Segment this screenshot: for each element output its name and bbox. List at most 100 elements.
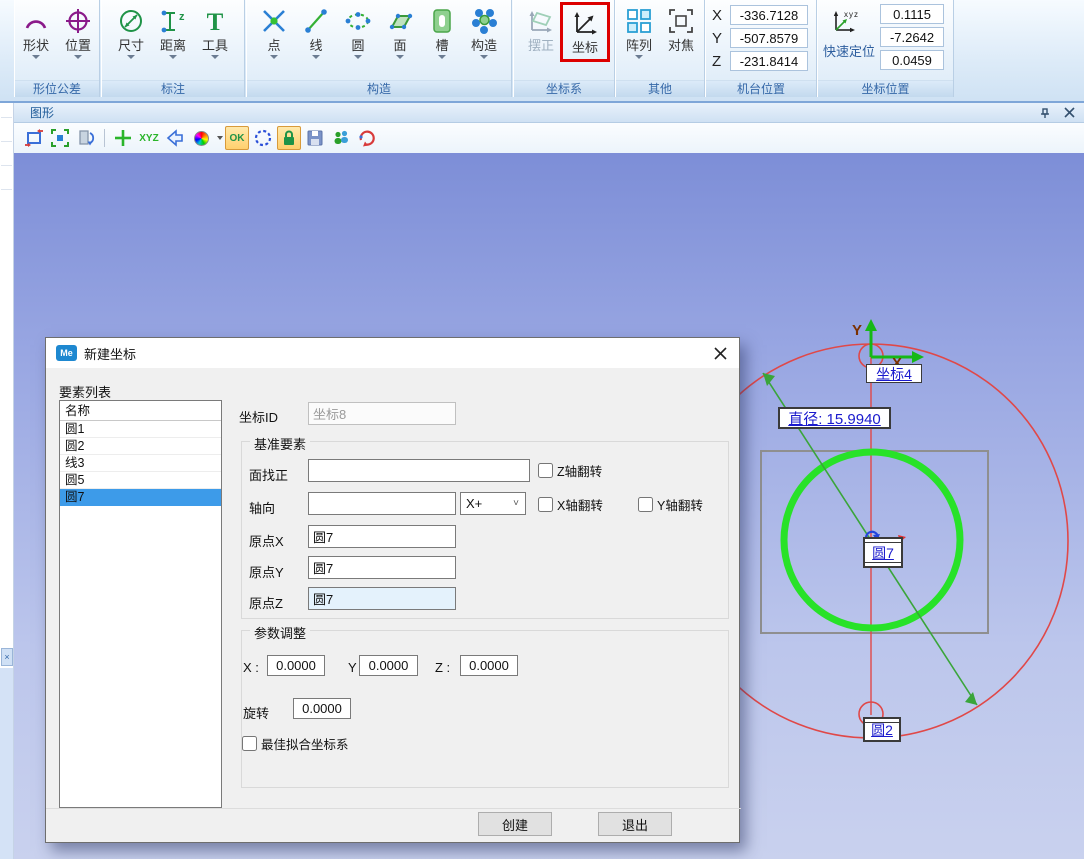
best-fit-checkbox[interactable]: 最佳拟合坐标系 bbox=[242, 734, 349, 753]
list-item[interactable]: 线3 bbox=[60, 455, 221, 472]
ribbon-group-coord-position: xyz 快速定位 坐标位置 bbox=[817, 0, 954, 97]
ribbon-group-other: 阵列 对焦 其他 bbox=[615, 0, 705, 97]
origin-y-input[interactable] bbox=[308, 556, 456, 579]
list-item[interactable]: 圆1 bbox=[60, 421, 221, 438]
save-icon[interactable] bbox=[303, 126, 327, 150]
ok-labels-toggle-icon[interactable]: OK bbox=[225, 126, 249, 150]
dimension-button[interactable]: 尺寸 bbox=[110, 4, 152, 59]
close-icon[interactable] bbox=[1060, 105, 1078, 121]
lock-icon[interactable] bbox=[277, 126, 301, 150]
origin-z-input[interactable] bbox=[308, 587, 456, 610]
flip-z-checkbox[interactable]: Z轴翻转 bbox=[538, 461, 602, 480]
element-listbox[interactable]: 名称 圆1 圆2 线3 圆5 圆7 bbox=[59, 400, 222, 808]
coord-position-y-input[interactable] bbox=[880, 27, 944, 47]
param-z-label: Z : bbox=[435, 660, 450, 675]
coordinate-button-label: 坐标 bbox=[572, 40, 598, 55]
coord-id-label: 坐标ID bbox=[239, 407, 278, 426]
plane-button[interactable]: 面 bbox=[379, 4, 421, 59]
tool-button[interactable]: T 工具 bbox=[194, 4, 236, 59]
param-x-input[interactable] bbox=[267, 655, 325, 676]
construct-button[interactable]: 构造 bbox=[463, 4, 505, 59]
select-caret-icon: ˅ bbox=[513, 498, 519, 509]
rotate-label: 旋转 bbox=[243, 703, 269, 722]
axis-direction-input[interactable] bbox=[308, 492, 456, 515]
pin-icon[interactable] bbox=[1036, 105, 1054, 121]
dialog-close-icon[interactable] bbox=[707, 342, 733, 364]
viewport-box-icon[interactable] bbox=[22, 126, 46, 150]
element-list-title: 要素列表 bbox=[59, 382, 111, 401]
dropdown-caret-icon bbox=[312, 55, 320, 59]
point-icon bbox=[260, 4, 288, 38]
coord-position-x-input[interactable] bbox=[880, 4, 944, 24]
flip-y-checkbox[interactable]: Y轴翻转 bbox=[638, 495, 703, 514]
param-z-input[interactable] bbox=[460, 655, 518, 676]
diameter-measurement-label[interactable]: 直径: 15.9940 bbox=[778, 407, 891, 429]
position-button[interactable]: 位置 bbox=[57, 4, 99, 59]
dashed-circle-icon[interactable] bbox=[251, 126, 275, 150]
dropdown-caret-icon bbox=[211, 55, 219, 59]
svg-text:z: z bbox=[179, 11, 185, 23]
best-fit-label: 最佳拟合坐标系 bbox=[261, 734, 349, 753]
param-y-input[interactable] bbox=[359, 655, 418, 676]
panel-expand-icon[interactable]: × bbox=[1, 648, 13, 666]
tool-icon: T bbox=[201, 4, 229, 38]
dialog-title: 新建坐标 bbox=[84, 344, 707, 363]
list-item[interactable]: 圆5 bbox=[60, 472, 221, 489]
create-button[interactable]: 创建 bbox=[478, 812, 552, 836]
align-button[interactable]: 摆正 bbox=[520, 4, 562, 59]
datum-group-title: 基准要素 bbox=[250, 434, 310, 453]
array-button[interactable]: 阵列 bbox=[618, 4, 660, 59]
quick-locate-button[interactable]: xyz 快速定位 bbox=[823, 4, 875, 80]
shape-button[interactable]: 形状 bbox=[15, 4, 57, 59]
flip-y-checkbox-input[interactable] bbox=[638, 497, 653, 512]
axis-direction-value: X+ bbox=[466, 496, 482, 511]
dialog-titlebar[interactable]: Me 新建坐标 bbox=[46, 338, 739, 368]
origin-x-input[interactable] bbox=[308, 525, 456, 548]
dropdown-caret-icon bbox=[396, 55, 404, 59]
add-point-icon[interactable] bbox=[111, 126, 135, 150]
circle2-feature-label[interactable]: 圆2 bbox=[863, 717, 901, 742]
zoom-extents-icon[interactable] bbox=[48, 126, 72, 150]
plane-button-label: 面 bbox=[393, 38, 406, 53]
xyz-axes-toggle-icon[interactable]: XYZ bbox=[137, 126, 161, 150]
flip-z-checkbox-input[interactable] bbox=[538, 463, 553, 478]
users-icon[interactable] bbox=[329, 126, 353, 150]
slot-button[interactable]: 槽 bbox=[421, 4, 463, 59]
color-dropdown-caret-icon[interactable] bbox=[217, 136, 223, 140]
rotate-input[interactable] bbox=[293, 698, 351, 719]
best-fit-checkbox-input[interactable] bbox=[242, 736, 257, 751]
graphics-toolbar: XYZ OK bbox=[14, 123, 1084, 153]
point-button[interactable]: 点 bbox=[253, 4, 295, 59]
ribbon-group-coordsys: 摆正 坐标 坐标系 bbox=[513, 0, 615, 97]
list-item[interactable]: 圆2 bbox=[60, 438, 221, 455]
distance-button[interactable]: z 距离 bbox=[152, 4, 194, 59]
collapsed-side-panel[interactable]: × bbox=[0, 103, 14, 859]
focus-button[interactable]: 对焦 bbox=[660, 4, 702, 59]
axis-direction-select[interactable]: X+ ˅ bbox=[460, 492, 526, 515]
flip-y-label: Y轴翻转 bbox=[657, 495, 703, 514]
circle7-label-text: 圆7 bbox=[872, 543, 894, 563]
rotate-view-icon[interactable] bbox=[74, 126, 98, 150]
coord-position-z-input[interactable] bbox=[880, 50, 944, 70]
plane-align-input[interactable] bbox=[308, 459, 530, 482]
line-button[interactable]: 线 bbox=[295, 4, 337, 59]
flip-x-checkbox[interactable]: X轴翻转 bbox=[538, 495, 603, 514]
list-item-selected[interactable]: 圆7 bbox=[60, 489, 221, 506]
undo-arrow-icon[interactable] bbox=[163, 126, 187, 150]
coordinate-button[interactable]: 坐标 bbox=[564, 6, 606, 55]
ribbon-group-label: 标注 bbox=[102, 80, 244, 97]
coordinate-system-label[interactable]: 坐标4 bbox=[866, 364, 922, 383]
dimension-icon bbox=[117, 4, 145, 38]
ribbon-group-construct: 点 线 圆 面 bbox=[246, 0, 512, 97]
dropdown-caret-icon bbox=[480, 55, 488, 59]
circle-button[interactable]: 圆 bbox=[337, 4, 379, 59]
color-wheel-icon[interactable] bbox=[189, 126, 213, 150]
dropdown-caret-icon bbox=[354, 55, 362, 59]
point-button-label: 点 bbox=[267, 38, 280, 53]
dropdown-caret-icon bbox=[32, 55, 40, 59]
flip-x-checkbox-input[interactable] bbox=[538, 497, 553, 512]
exit-button[interactable]: 退出 bbox=[598, 812, 672, 836]
refresh-arrow-icon[interactable] bbox=[355, 126, 379, 150]
circle7-feature-label[interactable]: 圆7 bbox=[863, 537, 903, 568]
coordinate-axes-icon bbox=[570, 6, 600, 40]
